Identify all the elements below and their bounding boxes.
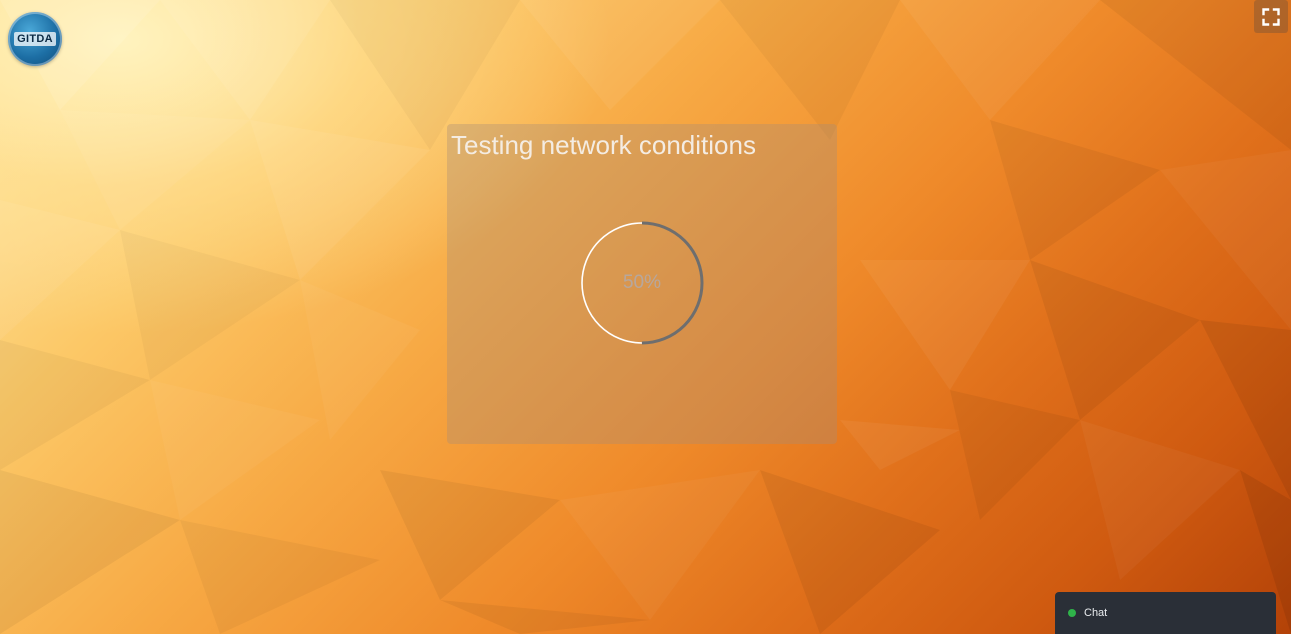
- fullscreen-button[interactable]: [1254, 0, 1288, 33]
- online-status-dot-icon: [1068, 609, 1076, 617]
- page-background: GITDA Testing network conditions 50% Cha…: [0, 0, 1291, 634]
- network-test-panel: Testing network conditions 50%: [447, 124, 837, 444]
- progress-percent-label: 50%: [622, 272, 662, 293]
- gitda-logo-icon: GITDA: [8, 12, 62, 66]
- network-test-title: Testing network conditions: [451, 130, 756, 160]
- chat-widget-button[interactable]: Chat: [1055, 592, 1276, 634]
- logo-text: GITDA: [14, 32, 56, 46]
- fullscreen-icon: [1262, 7, 1280, 26]
- chat-label: Chat: [1084, 607, 1108, 619]
